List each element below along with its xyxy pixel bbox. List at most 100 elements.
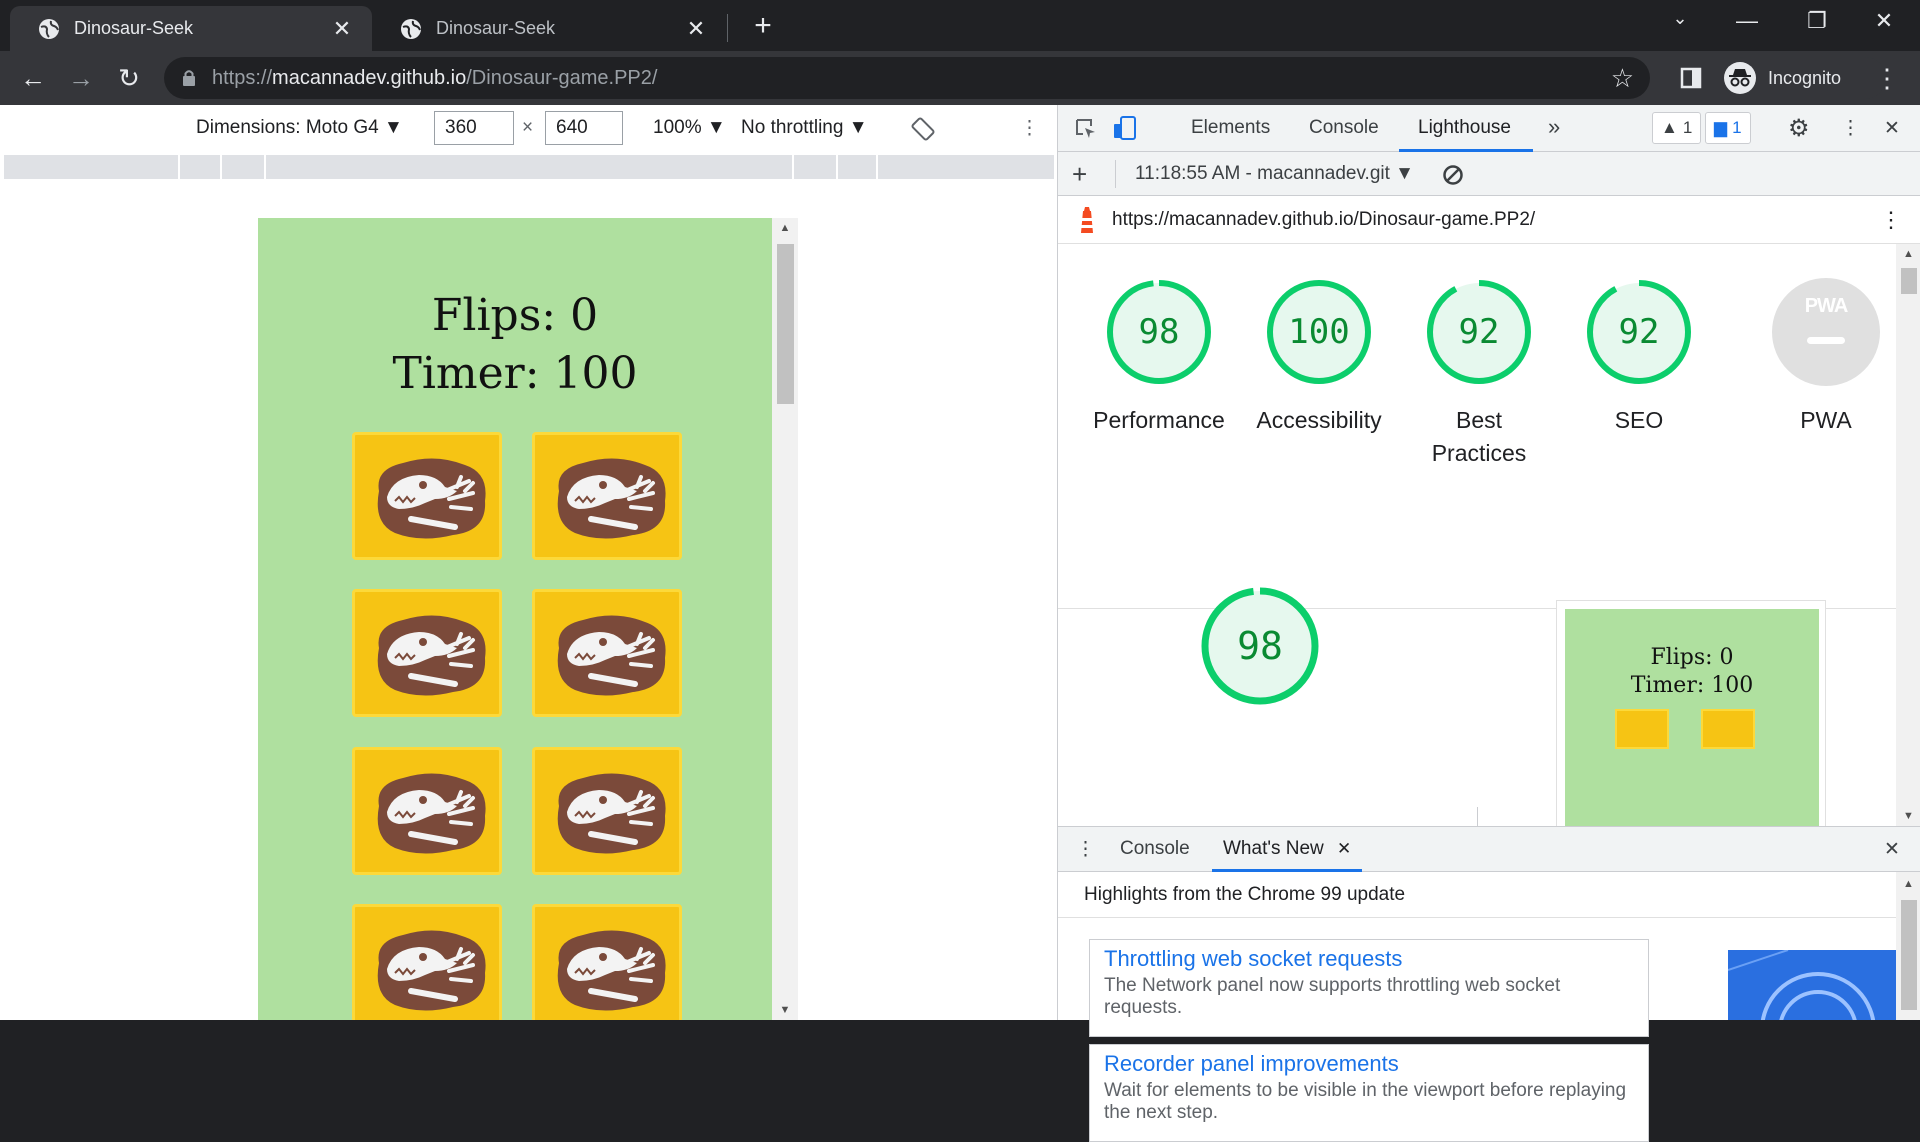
close-drawer-icon[interactable]: ✕ [1884,838,1900,861]
drawer-tab-console[interactable]: Console [1120,838,1190,860]
dinosaur-fossil-icon [557,930,666,1011]
memory-card[interactable] [532,904,682,1020]
device-dimensions-dropdown[interactable]: Dimensions: Moto G4 ▼ [196,117,403,139]
browser-tab-active[interactable]: Dinosaur-Seek ✕ [10,6,372,51]
report-menu-icon[interactable]: ⋮ [1880,207,1902,233]
tab-search-icon[interactable]: ⌄ [1660,8,1700,42]
incognito-icon [1724,62,1756,94]
report-selector[interactable]: 11:18:55 AM - macannadev.git ▼ [1135,163,1414,185]
scrollbar-thumb[interactable] [1901,268,1917,294]
device-more-options-icon[interactable]: ⋮ [1020,117,1039,140]
feature-card[interactable]: Throttling web socket requests The Netwo… [1089,939,1649,1037]
settings-gear-icon[interactable]: ⚙ [1788,114,1810,143]
lighthouse-icon [1081,207,1093,233]
device-height-input[interactable] [545,111,623,145]
scroll-down-icon[interactable]: ▼ [1896,810,1920,822]
memory-card[interactable] [352,904,502,1020]
globe-icon [401,18,421,39]
back-button[interactable]: ← [18,63,48,93]
thumb-flips-text: Flips: 0 [1650,645,1734,670]
score-value: 92 [1458,312,1500,352]
drawer-tab-whats-new[interactable]: What's New [1223,838,1324,860]
close-devtools-icon[interactable]: ✕ [1884,117,1900,140]
tab-strip: Dinosaur-Seek ✕ Dinosaur-Seek ✕ + ⌄ — ❐ … [0,0,1920,51]
memory-card[interactable] [532,432,682,560]
new-report-icon[interactable]: + [1072,159,1087,190]
flips-counter: Flips: 0 [431,290,599,341]
device-toolbar-icon[interactable] [1112,115,1138,141]
chrome-menu-icon[interactable]: ⋮ [1872,63,1902,93]
thumb-card [1701,709,1755,749]
close-window-button[interactable]: ✕ [1864,8,1904,42]
inspect-element-icon[interactable] [1074,117,1098,141]
messages-badge[interactable]: ▆ 1 [1705,112,1751,144]
dinosaur-fossil-icon [557,615,666,696]
scrollbar-thumb[interactable] [777,244,794,404]
incognito-profile-button[interactable]: Incognito [1722,57,1886,99]
score-gauge[interactable]: 100 [1264,277,1374,387]
scroll-up-icon[interactable]: ▲ [772,222,798,234]
score-gauge[interactable]: 92 [1424,277,1534,387]
score-gauge[interactable]: 98 [1199,585,1321,707]
dinosaur-fossil-icon [377,458,486,539]
score-label: Performance [1093,407,1225,433]
drawer-menu-icon[interactable]: ⋮ [1076,838,1095,861]
feature-title[interactable]: Throttling web socket requests [1104,946,1634,972]
score-value: 98 [1237,624,1283,668]
scroll-down-icon[interactable]: ▼ [772,1004,798,1016]
dinosaur-fossil-icon [377,615,486,696]
report-scrollbar[interactable]: ▲ ▼ [1896,244,1920,826]
timer-counter: Timer: 100 [392,348,638,399]
close-whats-new-icon[interactable]: ✕ [1337,839,1351,859]
devtools-drawer: ⋮ Console What's New ✕ ✕ Highlights from… [1058,826,1920,1142]
restore-button[interactable]: ❐ [1797,8,1837,42]
report-url-bar: https://macannadev.github.io/Dinosaur-ga… [1058,196,1920,244]
device-width-input[interactable] [434,111,514,145]
tab-lighthouse[interactable]: Lighthouse [1418,117,1511,139]
rotate-icon[interactable] [910,116,936,142]
throttling-dropdown[interactable]: No throttling ▼ [741,117,868,139]
score-label: SEO [1614,407,1664,433]
side-panel-icon[interactable] [1676,63,1706,93]
reload-button[interactable]: ↻ [114,63,144,93]
close-tab-icon[interactable]: ✕ [330,16,354,41]
close-tab-icon[interactable]: ✕ [684,16,708,41]
tab-console[interactable]: Console [1309,117,1379,139]
clear-reports-icon[interactable] [1442,164,1464,186]
address-bar[interactable]: https://macannadev.github.io/Dinosaur-ga… [164,57,1650,99]
pwa-badge[interactable]: PWA [1771,277,1881,387]
scroll-up-icon[interactable]: ▲ [1896,248,1920,260]
bookmark-star-icon[interactable]: ☆ [1611,63,1634,94]
score-gauge[interactable]: 98 [1104,277,1214,387]
browser-tab[interactable]: Dinosaur-Seek ✕ [372,6,726,51]
report-url[interactable]: https://macannadev.github.io/Dinosaur-ga… [1112,209,1535,231]
media-query-bar[interactable] [4,155,1054,179]
drawer-scrollbar[interactable]: ▲ [1896,872,1920,1020]
memory-card[interactable] [532,747,682,875]
feature-description: Wait for elements to be visible in the v… [1104,1080,1627,1123]
feature-title[interactable]: Recorder panel improvements [1104,1051,1634,1077]
page-scrollbar[interactable]: ▲ ▼ [772,218,798,1020]
forward-button[interactable]: → [66,63,96,93]
warnings-badge[interactable]: ▲ 1 [1652,112,1702,144]
devtools-menu-icon[interactable]: ⋮ [1841,117,1860,140]
score-value: 92 [1618,312,1660,352]
new-tab-button[interactable]: + [748,11,778,42]
score-label: Best Practices [1431,407,1527,466]
final-screenshot: Flips: 0 Timer: 100 [1556,600,1826,826]
tab-elements[interactable]: Elements [1191,117,1270,139]
minimize-button[interactable]: — [1727,8,1767,42]
dimension-separator: × [522,117,534,138]
tab-separator [727,14,728,42]
zoom-dropdown[interactable]: 100% ▼ [653,117,726,139]
feature-card[interactable]: Recorder panel improvements Wait for ele… [1089,1044,1649,1142]
memory-card[interactable] [532,589,682,717]
more-tabs-icon[interactable]: » [1548,114,1560,140]
memory-card[interactable] [352,747,502,875]
scroll-up-icon[interactable]: ▲ [1896,878,1920,890]
memory-card[interactable] [352,589,502,717]
devtools-tab-bar: Elements Console Lighthouse » ▲ 1 ▆ 1 ⚙ ⋮ … [1058,105,1920,152]
score-gauge[interactable]: 92 [1584,277,1694,387]
memory-card[interactable] [352,432,502,560]
scrollbar-thumb[interactable] [1901,900,1917,1010]
